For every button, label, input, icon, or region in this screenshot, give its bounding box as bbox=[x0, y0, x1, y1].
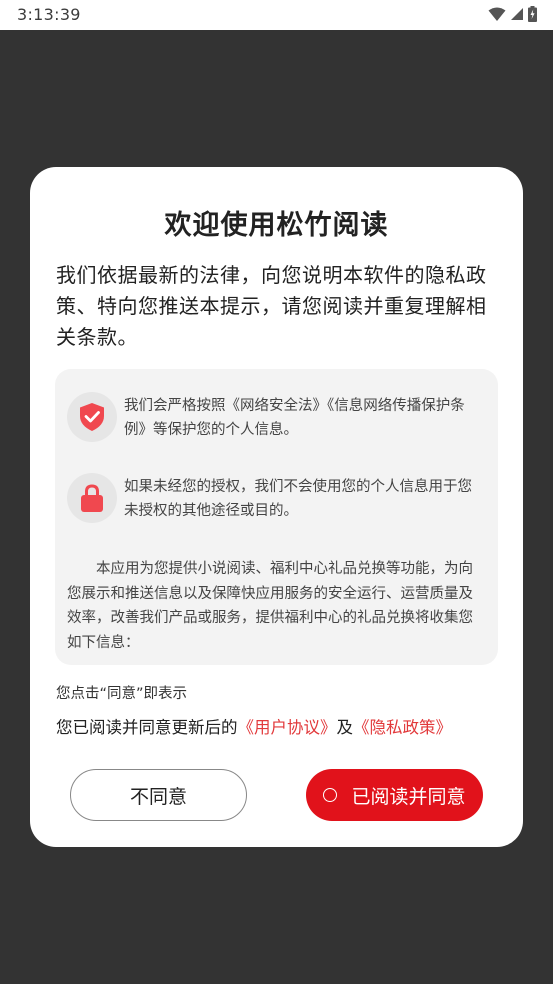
privacy-dialog: 欢迎使用松竹阅读 我们依据最新的法律，向您说明本软件的隐私政策、特向您推送本提示… bbox=[30, 167, 523, 847]
dialog-title: 欢迎使用松竹阅读 bbox=[164, 210, 389, 241]
info-item-text: 如果未经您的授权，我们不会使用您的个人信息用于您未授权的其他途径或目的。 bbox=[124, 479, 472, 519]
status-time: 3:13:39 bbox=[17, 5, 81, 24]
info-item-text: 我们会严格按照《网络安全法》《信息网络传播保护条例》等保护您的个人信息。 bbox=[124, 398, 465, 438]
cellular-signal-icon bbox=[511, 8, 523, 20]
consent-and: 及 bbox=[336, 718, 354, 737]
privacy-policy-link[interactable]: 《隐私政策》 bbox=[353, 718, 452, 737]
radio-circle-icon bbox=[323, 788, 338, 802]
info-box[interactable]: 我们会严格按照《网络安全法》《信息网络传播保护条例》等保护您的个人信息。 如果未… bbox=[55, 369, 498, 665]
consent-notice: 您点击“同意”即表示 bbox=[56, 686, 188, 702]
agree-button[interactable]: 已阅读并同意 bbox=[306, 769, 483, 821]
lock-icon bbox=[67, 473, 117, 523]
battery-icon bbox=[528, 6, 537, 22]
intro-text: 我们依据最新的法律，向您说明本软件的隐私政策、特向您推送本提示，请您阅读并重复理… bbox=[56, 263, 487, 349]
status-icons bbox=[488, 6, 537, 22]
info-description: 本应用为您提供小说阅读、福利中心礼品兑换等功能，为向您展示和推送信息以及保障快应… bbox=[67, 561, 473, 651]
agree-label: 已阅读并同意 bbox=[351, 785, 466, 808]
disagree-button[interactable]: 不同意 bbox=[70, 769, 247, 821]
consent-links-line: 您已阅读并同意更新后的《用户协议》及《隐私政策》 bbox=[56, 714, 452, 738]
status-bar: 3:13:39 bbox=[0, 0, 553, 30]
consent-prefix: 您已阅读并同意更新后的 bbox=[56, 718, 238, 737]
shield-check-icon bbox=[67, 392, 117, 442]
disagree-label: 不同意 bbox=[129, 785, 187, 808]
wifi-icon bbox=[488, 7, 506, 21]
user-agreement-link[interactable]: 《用户协议》 bbox=[238, 718, 337, 737]
